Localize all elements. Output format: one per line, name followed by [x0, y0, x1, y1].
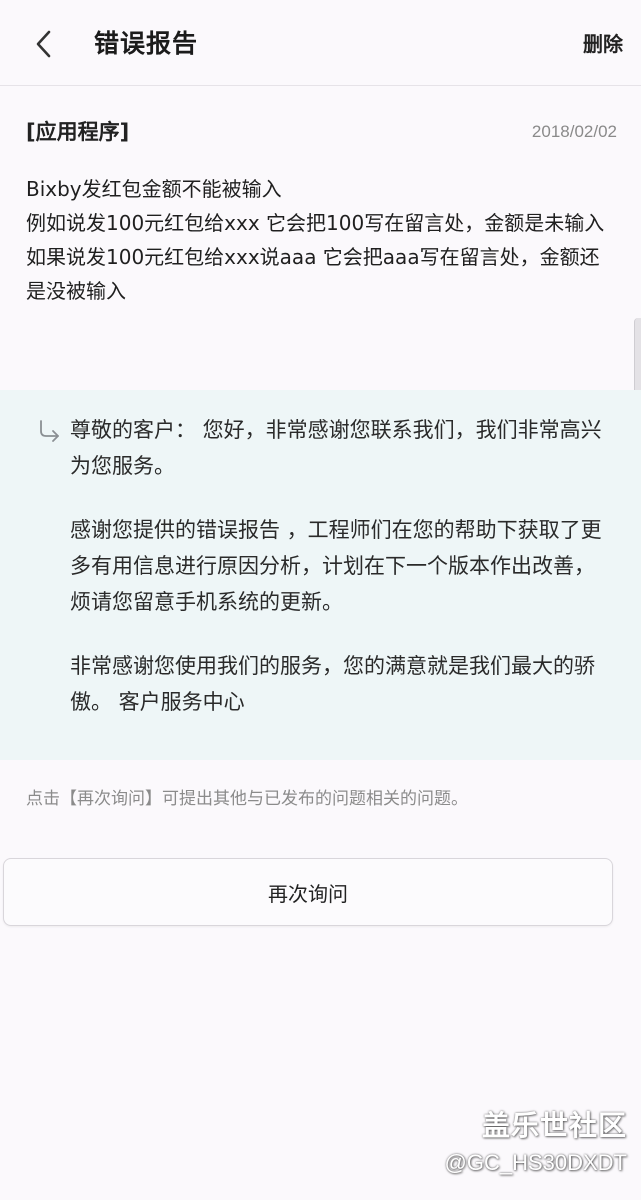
watermark-user: @GC_HS30DXDT [444, 1150, 628, 1175]
back-button[interactable] [22, 22, 66, 66]
page-title: 错误报告 [94, 29, 199, 58]
reply-text: 尊敬的客户： 您好，非常感谢您联系我们，我们非常高兴为您服务。 感谢您提供的错误… [70, 412, 610, 748]
report-line: Bixby发红包金额不能被输入 [26, 177, 282, 201]
reply-paragraph: 感谢您提供的错误报告 ，工程师们在您的帮助下获取了更多有用信息进行原因分析，计划… [70, 518, 602, 614]
hint-text: 点击【再次询问】可提出其他与已发布的问题相关的问题。 [26, 789, 468, 809]
reply-paragraph: 非常感谢您使用我们的服务，您的满意就是我们最大的骄傲。 客户服务中心 [70, 654, 595, 714]
report-line: 如果说发100元红包给xxx说aaa 它会把aaa写在留言处，金额还是没被输入 [26, 245, 600, 303]
report-body: Bixby发红包金额不能被输入 例如说发100元红包给xxx 它会把100写在留… [26, 172, 616, 308]
report-line: 例如说发100元红包给xxx 它会把100写在留言处，金额是未输入 [26, 211, 605, 235]
watermark-logo: 盖乐世社区 [481, 1109, 627, 1142]
chevron-left-icon [36, 30, 51, 58]
reply-paragraph: 尊敬的客户： 您好，非常感谢您联系我们，我们非常高兴为您服务。 [70, 418, 602, 478]
ask-again-button[interactable]: 再次询问 [3, 858, 613, 926]
report-date: 2018/02/02 [531, 122, 617, 141]
app-header: 错误报告 删除 [0, 0, 641, 86]
delete-button[interactable]: 删除 [583, 28, 623, 57]
report-category: [应用程序] [26, 120, 130, 144]
reply-section: 尊敬的客户： 您好，非常感谢您联系我们，我们非常高兴为您服务。 感谢您提供的错误… [0, 390, 641, 760]
reply-arrow-icon [40, 420, 59, 442]
